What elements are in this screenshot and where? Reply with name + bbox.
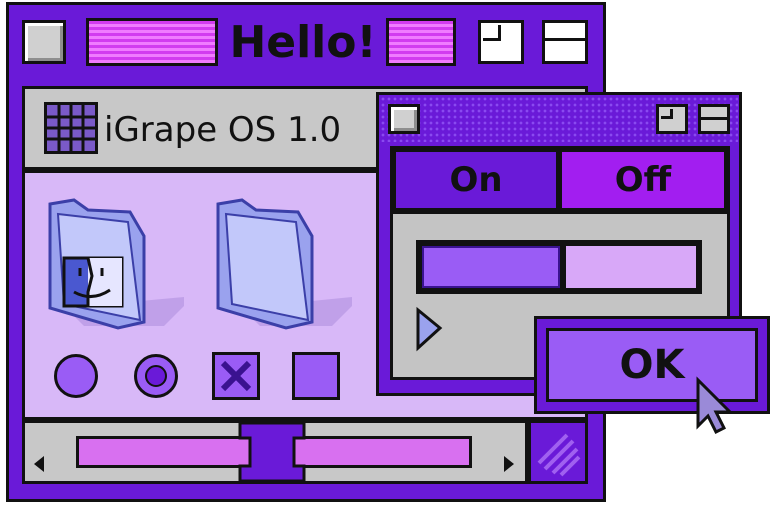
radio-button-on[interactable]	[134, 354, 178, 398]
dialog-collapse-icon	[701, 117, 727, 120]
dialog-zoom-icon	[661, 109, 673, 119]
radio-button-off[interactable]	[54, 354, 98, 398]
collapse-box[interactable]	[542, 20, 588, 64]
progress-slider[interactable]	[416, 240, 702, 294]
title-stripes-left	[86, 18, 218, 66]
scroll-left-arrow-icon[interactable]	[34, 456, 44, 472]
collapse-box-icon	[545, 38, 585, 41]
checkbox-checked[interactable]	[212, 352, 260, 400]
scroll-right-arrow-icon[interactable]	[504, 456, 514, 472]
zoom-box[interactable]	[478, 20, 524, 64]
dialog-close-box[interactable]	[388, 104, 420, 134]
toggle-on-button[interactable]: On	[396, 152, 556, 208]
dialog-zoom-box[interactable]	[656, 104, 688, 134]
grid-icon-lines	[47, 105, 95, 151]
disclosure-triangle-icon[interactable]	[414, 306, 444, 352]
toggle-off-button[interactable]: Off	[562, 152, 724, 208]
scroll-thumb[interactable]	[236, 420, 308, 484]
progress-remaining	[566, 246, 696, 288]
grid-icon	[44, 102, 98, 154]
checkbox-unchecked[interactable]	[292, 352, 340, 400]
resize-grow-box[interactable]	[528, 420, 588, 484]
arrow-cursor-icon	[696, 376, 734, 435]
folder-icon[interactable]	[212, 196, 352, 336]
zoom-box-icon	[483, 25, 501, 41]
finder-folder-icon[interactable]	[44, 196, 184, 336]
toolbar-label: iGrape OS 1.0	[104, 110, 342, 150]
window-title: Hello!	[229, 16, 377, 68]
dialog-collapse-box[interactable]	[698, 104, 730, 134]
close-box[interactable]	[22, 20, 66, 64]
checkmark-x-icon	[220, 360, 252, 392]
title-stripes-right	[386, 18, 456, 66]
radio-dot	[145, 365, 167, 387]
resize-grip-icon	[537, 433, 581, 477]
progress-fill	[422, 246, 560, 288]
